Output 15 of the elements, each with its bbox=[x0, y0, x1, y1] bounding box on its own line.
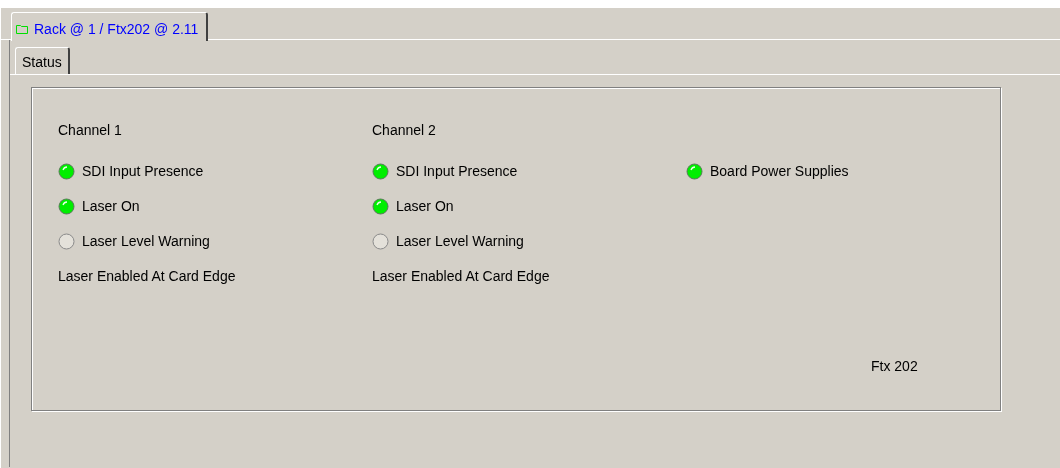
status-text: Laser Enabled At Card Edge bbox=[58, 266, 236, 286]
indicator-label: Board Power Supplies bbox=[710, 162, 849, 181]
indicator-label: Laser On bbox=[396, 197, 454, 216]
channel-heading: Channel 2 bbox=[372, 122, 436, 138]
indicator-label: Laser Level Warning bbox=[82, 232, 210, 251]
indicator-label: Laser On bbox=[82, 197, 140, 216]
page-tab[interactable]: Status bbox=[15, 47, 70, 74]
indicator-label: SDI Input Presence bbox=[82, 162, 204, 181]
document-tab[interactable]: Rack @ 1 / Ftx202 @ 2.11 bbox=[11, 12, 209, 41]
indicator-label: SDI Input Presence bbox=[396, 162, 518, 181]
status-text: Laser Enabled At Card Edge bbox=[372, 266, 550, 286]
folder-icon bbox=[16, 24, 28, 34]
channel-heading: Channel 1 bbox=[58, 122, 122, 138]
model-label: Ftx 202 bbox=[871, 357, 918, 376]
indicator-label: Laser Level Warning bbox=[396, 232, 524, 251]
